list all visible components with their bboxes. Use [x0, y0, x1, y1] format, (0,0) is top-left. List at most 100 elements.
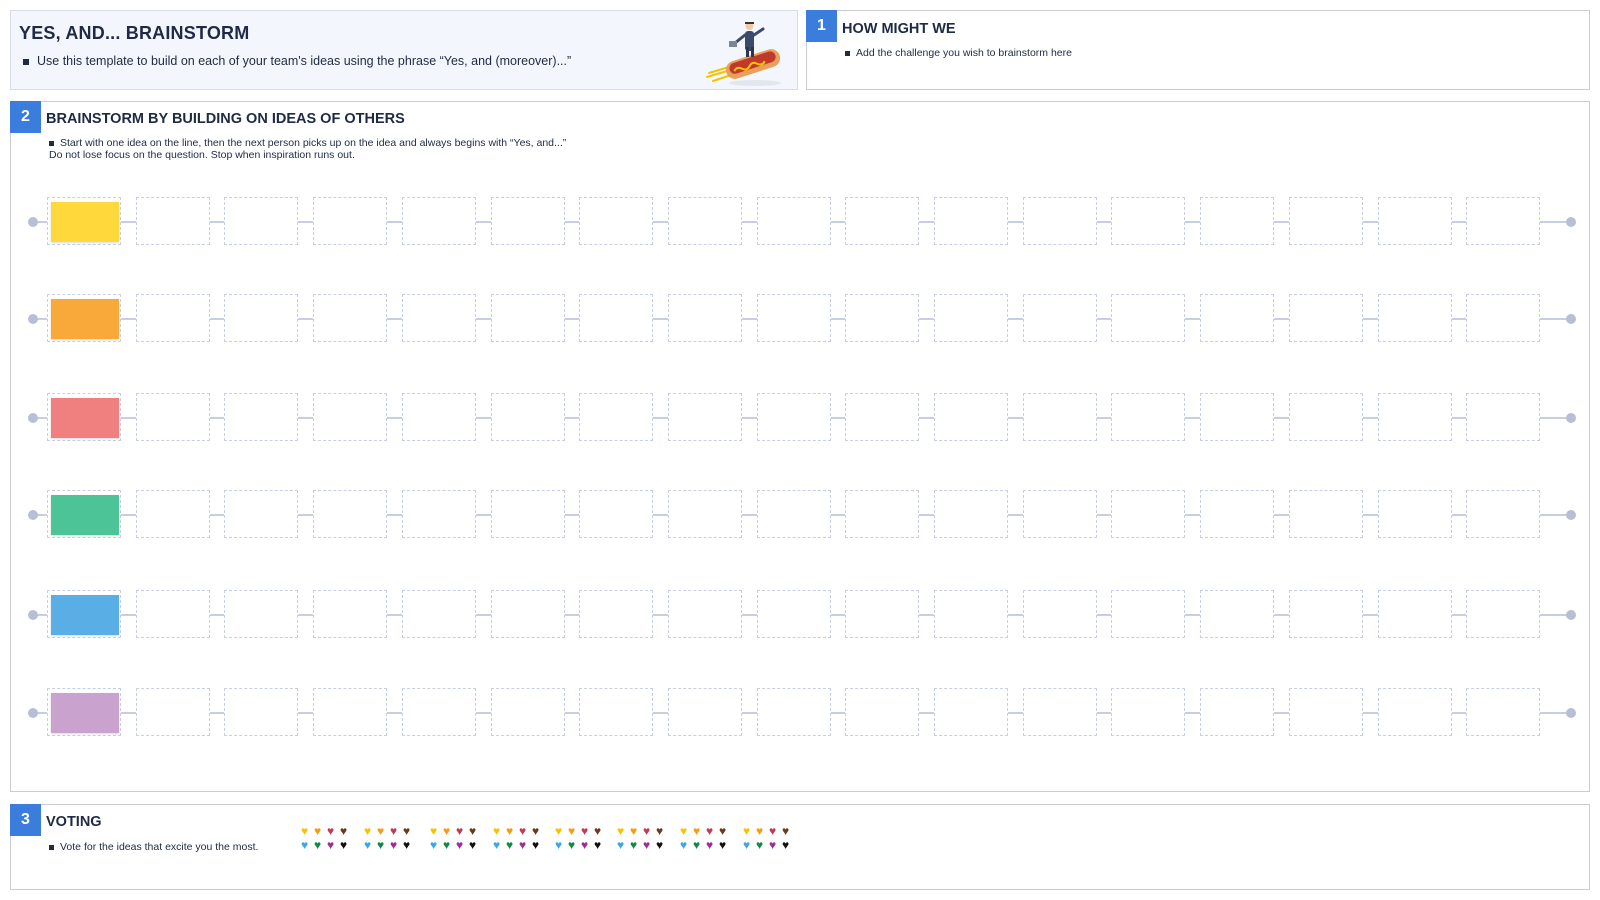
idea-slot[interactable]: [402, 393, 476, 441]
idea-slot[interactable]: [579, 688, 653, 736]
idea-slot[interactable]: [1289, 197, 1363, 245]
idea-slot[interactable]: [313, 490, 387, 538]
idea-slot[interactable]: [224, 393, 298, 441]
heart-icon[interactable]: ♥: [453, 824, 466, 838]
idea-slot[interactable]: [136, 590, 210, 638]
heart-icon[interactable]: ♥: [690, 838, 703, 852]
idea-slot[interactable]: [845, 197, 919, 245]
idea-slot[interactable]: [934, 490, 1008, 538]
idea-slot[interactable]: [579, 490, 653, 538]
heart-icon[interactable]: ♥: [516, 838, 529, 852]
heart-icon[interactable]: ♥: [529, 838, 542, 852]
idea-slot[interactable]: [1023, 393, 1097, 441]
heart-icon[interactable]: ♥: [387, 838, 400, 852]
heart-icon[interactable]: ♥: [753, 838, 766, 852]
heart-icon[interactable]: ♥: [565, 824, 578, 838]
idea-slot[interactable]: [402, 197, 476, 245]
idea-slot[interactable]: [1378, 197, 1452, 245]
idea-slot[interactable]: [136, 490, 210, 538]
heart-icon[interactable]: ♥: [298, 838, 311, 852]
idea-slot[interactable]: [845, 294, 919, 342]
idea-slot[interactable]: [224, 197, 298, 245]
sticky-note[interactable]: [51, 299, 119, 339]
idea-slot[interactable]: [757, 688, 831, 736]
heart-icon[interactable]: ♥: [490, 838, 503, 852]
idea-slot[interactable]: [1023, 294, 1097, 342]
heart-icon[interactable]: ♥: [716, 824, 729, 838]
idea-slot[interactable]: [491, 197, 565, 245]
idea-slot[interactable]: [1023, 688, 1097, 736]
idea-slot[interactable]: [668, 294, 742, 342]
idea-slot[interactable]: [1466, 490, 1540, 538]
heart-icon[interactable]: ♥: [324, 838, 337, 852]
heart-icon[interactable]: ♥: [740, 824, 753, 838]
heart-icon[interactable]: ♥: [400, 838, 413, 852]
idea-slot[interactable]: [313, 294, 387, 342]
heart-icon[interactable]: ♥: [640, 838, 653, 852]
idea-slot[interactable]: [224, 688, 298, 736]
idea-slot[interactable]: [1289, 294, 1363, 342]
heart-icon[interactable]: ♥: [716, 838, 729, 852]
heart-icon[interactable]: ♥: [361, 824, 374, 838]
heart-icon[interactable]: ♥: [529, 824, 542, 838]
heart-icon[interactable]: ♥: [565, 838, 578, 852]
heart-icon[interactable]: ♥: [653, 838, 666, 852]
idea-slot[interactable]: [1200, 294, 1274, 342]
idea-slot[interactable]: [1466, 197, 1540, 245]
idea-slot[interactable]: [1200, 393, 1274, 441]
idea-slot[interactable]: [934, 197, 1008, 245]
idea-slot[interactable]: [224, 294, 298, 342]
sticky-note[interactable]: [51, 693, 119, 733]
idea-slot[interactable]: [1466, 590, 1540, 638]
sticky-note[interactable]: [51, 595, 119, 635]
idea-slot[interactable]: [491, 590, 565, 638]
idea-slot[interactable]: [668, 590, 742, 638]
idea-slot[interactable]: [1289, 590, 1363, 638]
idea-slot[interactable]: [1466, 688, 1540, 736]
idea-slot[interactable]: [313, 590, 387, 638]
idea-slot[interactable]: [757, 294, 831, 342]
idea-slot[interactable]: [757, 393, 831, 441]
heart-icon[interactable]: ♥: [614, 838, 627, 852]
idea-slot[interactable]: [1200, 490, 1274, 538]
idea-slot[interactable]: [402, 688, 476, 736]
heart-icon[interactable]: ♥: [337, 824, 350, 838]
heart-icon[interactable]: ♥: [298, 824, 311, 838]
heart-icon[interactable]: ♥: [703, 838, 716, 852]
idea-slot[interactable]: [1023, 197, 1097, 245]
idea-slot[interactable]: [579, 294, 653, 342]
section-1-description[interactable]: Add the challenge you wish to brainstorm…: [845, 47, 1072, 59]
idea-start-slot[interactable]: [47, 590, 121, 638]
idea-slot[interactable]: [1111, 590, 1185, 638]
idea-start-slot[interactable]: [47, 688, 121, 736]
heart-icon[interactable]: ♥: [516, 824, 529, 838]
idea-start-slot[interactable]: [47, 490, 121, 538]
idea-slot[interactable]: [1378, 688, 1452, 736]
idea-slot[interactable]: [1200, 688, 1274, 736]
idea-slot[interactable]: [579, 197, 653, 245]
idea-slot[interactable]: [402, 490, 476, 538]
idea-slot[interactable]: [313, 197, 387, 245]
heart-icon[interactable]: ♥: [578, 838, 591, 852]
idea-slot[interactable]: [491, 688, 565, 736]
heart-icon[interactable]: ♥: [552, 838, 565, 852]
idea-slot[interactable]: [491, 490, 565, 538]
heart-icon[interactable]: ♥: [490, 824, 503, 838]
idea-slot[interactable]: [1023, 490, 1097, 538]
idea-slot[interactable]: [668, 393, 742, 441]
idea-slot[interactable]: [402, 590, 476, 638]
idea-slot[interactable]: [1289, 688, 1363, 736]
heart-icon[interactable]: ♥: [361, 838, 374, 852]
heart-icon[interactable]: ♥: [324, 824, 337, 838]
idea-slot[interactable]: [934, 294, 1008, 342]
idea-slot[interactable]: [1378, 393, 1452, 441]
heart-icon[interactable]: ♥: [591, 824, 604, 838]
idea-slot[interactable]: [934, 393, 1008, 441]
idea-slot[interactable]: [491, 294, 565, 342]
heart-icon[interactable]: ♥: [552, 824, 565, 838]
idea-slot[interactable]: [1466, 294, 1540, 342]
idea-slot[interactable]: [136, 393, 210, 441]
heart-icon[interactable]: ♥: [779, 838, 792, 852]
idea-slot[interactable]: [1111, 393, 1185, 441]
sticky-note[interactable]: [51, 495, 119, 535]
